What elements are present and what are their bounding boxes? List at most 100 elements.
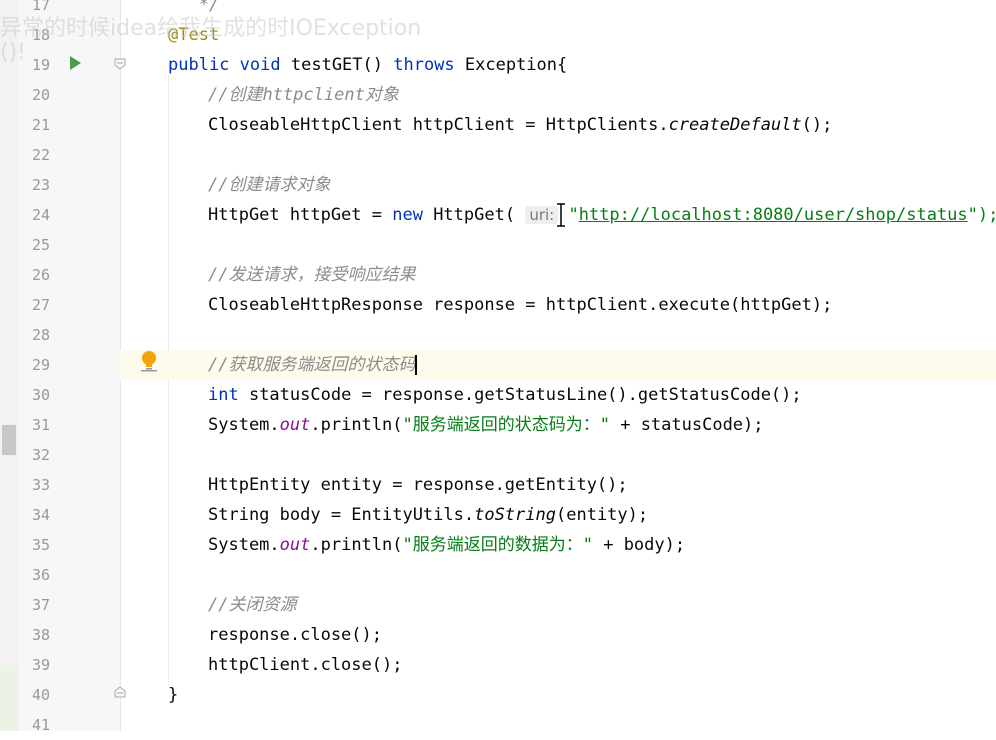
code-line: 33 HttpEntity entity = response.getEntit… [0, 470, 996, 500]
code-text: response.close(); [208, 625, 382, 645]
method-rest: Exception{ [454, 55, 568, 75]
code-part: System. [208, 535, 280, 555]
code-line: 36 [0, 560, 996, 590]
keyword: void [239, 55, 281, 75]
comment: //关闭资源 [208, 595, 297, 615]
line-number: 35 [31, 536, 50, 554]
code-line: 19 public void testGET() throws Exceptio… [0, 50, 996, 80]
line-number: 34 [31, 506, 50, 524]
static-call: createDefault [668, 115, 802, 135]
code-text: String body = EntityUtils.toString(entit… [208, 500, 648, 530]
code-part: statusCode = response.getStatusLine().ge… [238, 385, 802, 405]
line-number: 26 [31, 266, 50, 284]
string-literal: "服务端返回的状态码为：" [402, 415, 610, 435]
code-line: 34 String body = EntityUtils.toString(en… [0, 500, 996, 530]
code-line: 22 [0, 140, 996, 170]
line-number: 33 [31, 476, 50, 494]
code-line: 24 HttpGet httpGet = new HttpGet( uri: "… [0, 200, 996, 230]
code-line: 35 System.out.println("服务端返回的数据为：" + bod… [0, 530, 996, 560]
code-text: System.out.println("服务端返回的数据为：" + body); [208, 530, 685, 560]
subtitle-overlay: 异常的时候idea给我生成的时IOException [0, 16, 422, 41]
line-number: 23 [31, 176, 50, 194]
caret [415, 355, 418, 375]
code-part: HttpGet( [422, 205, 526, 225]
code-part: + body); [592, 535, 686, 555]
line-number: 20 [31, 86, 50, 104]
code-line: 21 CloseableHttpClient httpClient = Http… [0, 110, 996, 140]
code-text: httpClient.close(); [208, 655, 403, 675]
code-text: HttpGet httpGet = new HttpGet( uri: "htt… [208, 200, 996, 230]
comment-current[interactable]: //获取服务端返回的状态码 [208, 350, 418, 380]
url-link[interactable]: http://localhost:8080/user/shop/status [579, 205, 968, 225]
code-part: (); [801, 115, 833, 135]
line-number: 38 [31, 626, 50, 644]
code-text: CloseableHttpResponse response = httpCli… [208, 295, 833, 315]
code-part: "); [967, 205, 996, 225]
fold-icon[interactable] [114, 58, 126, 70]
run-icon[interactable] [70, 56, 81, 70]
keyword: throws [393, 55, 455, 75]
code-text: int statusCode = response.getStatusLine(… [208, 380, 802, 410]
keyword: new [392, 205, 423, 225]
code-line: 41 [0, 710, 996, 740]
line-number: 36 [31, 566, 50, 584]
closing-brace: } [168, 685, 179, 705]
code-line: 27 CloseableHttpResponse response = http… [0, 290, 996, 320]
string-quote: " [568, 205, 579, 225]
code-line: 30 int statusCode = response.getStatusLi… [0, 380, 996, 410]
static-field: out [279, 535, 311, 555]
text-cursor-icon [557, 203, 565, 227]
code-part: HttpGet httpGet = [208, 205, 393, 225]
code-part: String body = EntityUtils. [208, 505, 475, 525]
comment: //创建请求对象 [208, 175, 331, 195]
subtitle-overlay-2: ()! [0, 40, 26, 65]
line-number: 39 [31, 656, 50, 674]
comment: //创建httpclient对象 [208, 85, 399, 105]
code-text: HttpEntity entity = response.getEntity()… [208, 475, 628, 495]
param-hint: uri: [525, 206, 559, 224]
line-number: 31 [31, 416, 50, 434]
line-number: 28 [31, 326, 50, 344]
code-line: 31 System.out.println("服务端返回的状态码为：" + st… [0, 410, 996, 440]
code-line: 26 //发送请求，接受响应结果 [0, 260, 996, 290]
string-literal: "服务端返回的数据为：" [402, 535, 593, 555]
line-number: 29 [31, 356, 50, 374]
line-number: 27 [31, 296, 50, 314]
line-number: 40 [31, 686, 50, 704]
code-text: System.out.println("服务端返回的状态码为：" + statu… [208, 410, 764, 440]
line-number: 21 [31, 116, 50, 134]
comment: //发送请求，接受响应结果 [208, 265, 416, 285]
lightbulb-icon[interactable] [140, 350, 158, 372]
line-number: 37 [31, 596, 50, 614]
code-part: (entity); [556, 505, 649, 525]
static-call: toString [474, 505, 556, 525]
code-line: 20 //创建httpclient对象 [0, 80, 996, 110]
comment: //获取服务端返回的状态码 [208, 355, 416, 375]
line-number: 41 [31, 716, 50, 734]
line-number: 24 [31, 206, 50, 224]
code-line: 28 [0, 320, 996, 350]
code-line: 25 [0, 230, 996, 260]
fold-icon[interactable] [114, 686, 126, 698]
code-part: System. [208, 415, 280, 435]
code-line: 40 } [0, 680, 996, 710]
code-line: 23 //创建请求对象 [0, 170, 996, 200]
code-line: 38 response.close(); [0, 620, 996, 650]
method-name: testGET() [290, 55, 394, 75]
keyword: int [208, 385, 239, 405]
code-text: CloseableHttpClient httpClient = HttpCli… [208, 110, 832, 140]
code-part: .println( [310, 415, 403, 435]
code-part: .println( [310, 535, 403, 555]
keyword: public [168, 55, 230, 75]
code-line: 39 httpClient.close(); [0, 650, 996, 680]
line-number: 22 [31, 146, 50, 164]
code-line: 37 //关闭资源 [0, 590, 996, 620]
line-number: 30 [31, 386, 50, 404]
line-number: 25 [31, 236, 50, 254]
code-part: CloseableHttpClient httpClient = HttpCli… [208, 115, 669, 135]
static-field: out [279, 415, 311, 435]
code-line: 32 [0, 440, 996, 470]
line-number: 32 [31, 446, 50, 464]
method-signature: public void testGET() throws Exception{ [168, 50, 567, 80]
code-part: + statusCode); [609, 415, 764, 435]
